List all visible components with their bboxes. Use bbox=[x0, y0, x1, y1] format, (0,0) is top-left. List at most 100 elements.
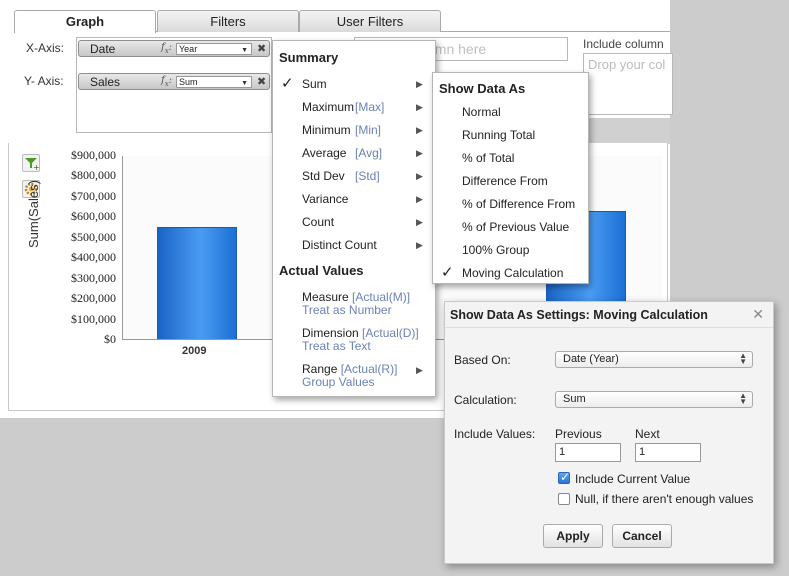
include-columns-label: Include column bbox=[583, 37, 664, 51]
show-data-as-heading: Show Data As bbox=[439, 81, 526, 96]
chevron-right-icon: ▶ bbox=[416, 240, 423, 250]
summary-item-tag: [Std] bbox=[355, 169, 380, 183]
show-data-as-item-6[interactable]: 100% Group bbox=[462, 243, 529, 257]
axis-drop-box[interactable]: Date fx: Year ▼ ✖ Sales fx: Sum ▼ ✖ bbox=[76, 37, 272, 133]
include-current-label: Include Current Value bbox=[575, 472, 691, 486]
show-data-as-item-4[interactable]: % of Difference From bbox=[462, 197, 575, 211]
actual-item-measure[interactable]: Measure [Actual(M)] Treat as Number bbox=[302, 291, 410, 317]
summary-item-maximum[interactable]: Maximum bbox=[302, 100, 354, 114]
summary-item-tag: [Max] bbox=[355, 100, 385, 114]
include-columns-drop-zone[interactable]: Drop your col bbox=[583, 53, 673, 115]
summary-item-tag: [Avg] bbox=[355, 146, 383, 160]
y-axis-label: Y- Axis: bbox=[24, 74, 64, 88]
include-values-label: Include Values: bbox=[454, 427, 536, 441]
y-tick-label: $700,000 bbox=[71, 188, 116, 203]
actual-item-label: Dimension bbox=[302, 326, 359, 340]
apply-button[interactable]: Apply bbox=[543, 524, 603, 548]
summary-heading: Summary bbox=[279, 50, 339, 65]
select-arrows-icon: ▲ ▼ bbox=[739, 351, 747, 366]
actual-item-subtitle: Group Values bbox=[302, 375, 375, 389]
filter-add-icon[interactable]: + bbox=[22, 154, 40, 172]
remove-icon[interactable]: ✖ bbox=[257, 75, 266, 88]
based-on-label: Based On: bbox=[454, 353, 511, 367]
chevron-right-icon: ▶ bbox=[416, 125, 423, 135]
chevron-right-icon: ▶ bbox=[416, 365, 423, 375]
remove-icon[interactable]: ✖ bbox=[257, 42, 266, 55]
fx-icon[interactable]: fx: bbox=[161, 75, 172, 88]
y-tick-label: $300,000 bbox=[71, 270, 116, 285]
previous-label: Previous bbox=[555, 427, 602, 441]
show-data-as-item-5[interactable]: % of Previous Value bbox=[462, 220, 569, 234]
actual-item-subtitle: Treat as Number bbox=[302, 303, 392, 317]
y-axis-title: Sum(Sales) bbox=[26, 180, 41, 248]
summary-item-std-dev[interactable]: Std Dev bbox=[302, 169, 345, 183]
actual-item-range[interactable]: Range [Actual(R)] Group Values bbox=[302, 363, 397, 389]
chevron-right-icon: ▶ bbox=[416, 194, 423, 204]
summary-item-distinct-count[interactable]: Distinct Count bbox=[302, 238, 377, 252]
y-axis-pill-sales[interactable]: Sales fx: Sum ▼ ✖ bbox=[78, 73, 270, 90]
y-tick-label: $600,000 bbox=[71, 209, 116, 224]
x-function-select[interactable]: Year ▼ bbox=[176, 43, 252, 55]
null-values-checkbox[interactable] bbox=[558, 493, 570, 505]
chevron-right-icon: ▶ bbox=[416, 148, 423, 158]
show-data-as-item-1[interactable]: Running Total bbox=[462, 128, 535, 142]
tab-graph[interactable]: Graph bbox=[14, 10, 156, 33]
chevron-right-icon: ▶ bbox=[416, 171, 423, 181]
y-function-select[interactable]: Sum ▼ bbox=[176, 76, 252, 88]
show-data-as-item-2[interactable]: % of Total bbox=[462, 151, 514, 165]
actual-item-subtitle: Treat as Text bbox=[302, 339, 371, 353]
dropdown-arrow-icon: ▼ bbox=[241, 80, 248, 87]
dialog-header: Show Data As Settings: Moving Calculatio… bbox=[445, 302, 773, 328]
close-icon[interactable]: ✕ bbox=[752, 306, 764, 323]
show-data-as-item-7[interactable]: Moving Calculation bbox=[462, 266, 563, 280]
svg-text:+: + bbox=[33, 163, 39, 171]
fx-icon[interactable]: fx: bbox=[161, 42, 172, 55]
x-axis-label: X-Axis: bbox=[26, 41, 65, 55]
y-tick-label: $800,000 bbox=[71, 168, 116, 183]
actual-item-tag: [Actual(D)] bbox=[362, 326, 419, 340]
moving-calculation-dialog: Show Data As Settings: Moving Calculatio… bbox=[444, 301, 774, 564]
y-tick-label: $100,000 bbox=[71, 311, 116, 326]
summary-item-sum[interactable]: Sum bbox=[302, 77, 327, 91]
calculation-select[interactable]: Sum ▲ ▼ bbox=[555, 391, 753, 408]
checkmark-icon: ✓ bbox=[281, 75, 294, 92]
actual-item-tag: [Actual(R)] bbox=[340, 362, 398, 376]
y-tick-label: $900,000 bbox=[71, 148, 116, 162]
cancel-button[interactable]: Cancel bbox=[612, 524, 672, 548]
previous-input[interactable]: 1 bbox=[555, 443, 621, 462]
show-data-as-item-3[interactable]: Difference From bbox=[462, 174, 548, 188]
next-label: Next bbox=[635, 427, 660, 441]
summary-menu: Summary Sum ▶ ✓ Maximum [Max] ▶ Minimum [Min] ▶ A… bbox=[272, 40, 436, 397]
y-tick-label: $0 bbox=[104, 332, 116, 346]
based-on-select[interactable]: Date (Year) ▲ ▼ bbox=[555, 351, 753, 368]
summary-item-variance[interactable]: Variance bbox=[302, 192, 348, 206]
tab-user-filters[interactable]: User Filters bbox=[299, 10, 441, 32]
summary-item-count[interactable]: Count bbox=[302, 215, 334, 229]
chevron-right-icon: ▶ bbox=[416, 102, 423, 112]
actual-item-label: Measure bbox=[302, 290, 349, 304]
actual-item-tag: [Actual(M)] bbox=[352, 290, 411, 304]
null-values-label: Null, if there aren't enough values bbox=[575, 492, 754, 506]
bar-2009[interactable] bbox=[157, 226, 237, 339]
y-tick-label: $500,000 bbox=[71, 229, 116, 244]
next-input[interactable]: 1 bbox=[635, 443, 701, 462]
y-tick-label: $200,000 bbox=[71, 291, 116, 306]
summary-item-minimum[interactable]: Minimum bbox=[302, 123, 351, 137]
include-current-checkbox[interactable] bbox=[558, 470, 570, 484]
dropdown-arrow-icon: ▼ bbox=[241, 47, 248, 54]
summary-item-average[interactable]: Average bbox=[302, 146, 346, 160]
pill-field-name: Sales bbox=[90, 75, 121, 89]
checkmark-icon: ✓ bbox=[441, 264, 454, 281]
select-arrows-icon: ▲ ▼ bbox=[739, 391, 747, 406]
calculation-label: Calculation: bbox=[454, 393, 517, 407]
actual-values-heading: Actual Values bbox=[279, 263, 364, 278]
chevron-right-icon: ▶ bbox=[416, 217, 423, 227]
actual-item-dimension[interactable]: Dimension [Actual(D)] Treat as Text bbox=[302, 327, 419, 353]
chevron-right-icon: ▶ bbox=[416, 79, 423, 89]
y-tick-label: $400,000 bbox=[71, 250, 116, 265]
actual-item-label: Range bbox=[302, 362, 338, 376]
pill-field-name: Date bbox=[90, 42, 116, 56]
x-axis-pill-date[interactable]: Date fx: Year ▼ ✖ bbox=[78, 40, 270, 57]
tab-filters[interactable]: Filters bbox=[157, 10, 299, 32]
show-data-as-item-0[interactable]: Normal bbox=[462, 105, 501, 119]
